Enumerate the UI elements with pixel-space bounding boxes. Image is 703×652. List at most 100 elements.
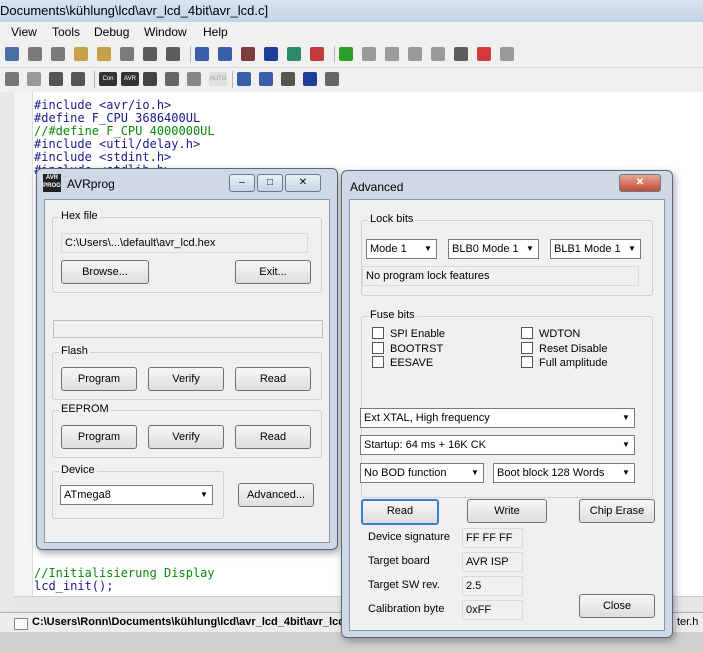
- close-icon[interactable]: ✕: [285, 174, 321, 192]
- lock-status-field: No program lock features: [362, 266, 639, 286]
- avr-icon[interactable]: AVR: [121, 72, 139, 86]
- maximize-icon[interactable]: □: [257, 174, 283, 192]
- avrprog-logo-icon: AVR PROG: [43, 174, 61, 192]
- minimize-icon[interactable]: –: [229, 174, 255, 192]
- status-file-path[interactable]: C:\Users\Ronn\Documents\kühlung\lcd\avr_…: [32, 616, 345, 628]
- flash-program-button[interactable]: Program: [61, 367, 137, 391]
- bookmark-icon[interactable]: [454, 47, 468, 61]
- read-button[interactable]: Read: [361, 499, 439, 525]
- lock-mode-select[interactable]: Mode 1 ▼: [366, 239, 437, 259]
- startup-select[interactable]: Startup: 64 ms + 16K CK ▼: [360, 435, 635, 455]
- code-line: lcd_init();: [34, 579, 114, 593]
- close-x-icon[interactable]: [303, 72, 317, 86]
- close-button[interactable]: Close: [579, 594, 655, 618]
- run-icon[interactable]: [339, 47, 353, 61]
- advanced-button[interactable]: Advanced...: [238, 483, 314, 507]
- exit-button[interactable]: Exit...: [235, 260, 311, 284]
- boot-block-value: Boot block 128 Words: [497, 467, 605, 479]
- chevron-down-icon: ▼: [622, 468, 630, 477]
- tool-f-icon[interactable]: [281, 72, 295, 86]
- find-next-icon[interactable]: [97, 47, 111, 61]
- format-icon[interactable]: [166, 47, 180, 61]
- main-toolbar: [0, 43, 703, 68]
- flash-read-button[interactable]: Read: [235, 367, 311, 391]
- find-icon[interactable]: [74, 47, 88, 61]
- target-sw-rev-value: 2.5: [462, 576, 523, 596]
- flash-label: Flash: [59, 345, 90, 357]
- menu-help[interactable]: Help: [203, 25, 228, 39]
- eeprom-read-button[interactable]: Read: [235, 425, 311, 449]
- device-icon[interactable]: [264, 47, 278, 61]
- chip-erase-button[interactable]: Chip Erase: [579, 499, 655, 523]
- fuse-full-amplitude-checkbox[interactable]: Full amplitude: [521, 356, 607, 369]
- fuse-label: EESAVE: [390, 357, 434, 369]
- replace-icon[interactable]: [120, 47, 134, 61]
- boot-block-select[interactable]: Boot block 128 Words ▼: [493, 463, 635, 483]
- fuse-bootrst-checkbox[interactable]: BOOTRST: [372, 342, 443, 355]
- indent-icon[interactable]: [143, 47, 157, 61]
- compile-icon[interactable]: [287, 47, 301, 61]
- step-icon[interactable]: [385, 47, 399, 61]
- upload-icon[interactable]: [71, 72, 85, 86]
- build-icon[interactable]: [195, 47, 209, 61]
- eeprom-program-button[interactable]: Program: [61, 425, 137, 449]
- step-out-icon[interactable]: [431, 47, 445, 61]
- hex-path-field[interactable]: C:\Users\...\default\avr_lcd.hex: [61, 233, 308, 253]
- chevron-down-icon: ▼: [628, 244, 636, 253]
- menu-tools[interactable]: Tools: [52, 25, 80, 39]
- menu-window[interactable]: Window: [144, 25, 187, 39]
- build-all-icon[interactable]: [218, 47, 232, 61]
- fuse-reset-disable-checkbox[interactable]: Reset Disable: [521, 342, 607, 355]
- tool-e-icon[interactable]: [259, 72, 273, 86]
- code-line: //Initialisierung Display: [34, 566, 215, 580]
- blb0-value: BLB0 Mode 1: [452, 243, 519, 255]
- device-select[interactable]: ATmega8 ▼: [60, 485, 213, 505]
- undo-icon[interactable]: [28, 47, 42, 61]
- target-board-value: AVR ISP: [462, 552, 523, 572]
- window-title: Documents\kühlung\lcd\avr_lcd_4bit\avr_l…: [0, 3, 269, 18]
- blb1-select[interactable]: BLB1 Mode 1 ▼: [550, 239, 641, 259]
- write-button[interactable]: Write: [467, 499, 547, 523]
- flash-verify-button[interactable]: Verify: [148, 367, 224, 391]
- blb0-select[interactable]: BLB0 Mode 1 ▼: [448, 239, 539, 259]
- tool-c-icon[interactable]: [187, 72, 201, 86]
- fuse-wdton-checkbox[interactable]: WDTON: [521, 327, 580, 340]
- stop-icon[interactable]: [362, 47, 376, 61]
- fuse-spi-enable-checkbox[interactable]: SPI Enable: [372, 327, 445, 340]
- download-icon[interactable]: [49, 72, 63, 86]
- tool-g-icon[interactable]: [325, 72, 339, 86]
- browse-button[interactable]: Browse...: [61, 260, 149, 284]
- code-line: //#define F_CPU 4000000UL: [34, 124, 215, 138]
- print-icon[interactable]: [5, 47, 19, 61]
- clock-select[interactable]: Ext XTAL, High frequency ▼: [360, 408, 635, 428]
- auto-icon[interactable]: AUTO: [209, 72, 227, 86]
- breakpoint-icon[interactable]: [477, 47, 491, 61]
- advanced-dialog: Advanced ✕ Lock bits Mode 1 ▼ BLB0 Mode …: [341, 170, 673, 638]
- tool-a-icon[interactable]: [5, 72, 19, 86]
- file-icon: [14, 618, 28, 630]
- status-right-tab[interactable]: ter.h: [677, 616, 698, 628]
- avrprog-body: Hex file C:\Users\...\default\avr_lcd.he…: [44, 199, 330, 543]
- eeprom-verify-button[interactable]: Verify: [148, 425, 224, 449]
- toolbar-separator: [190, 46, 191, 63]
- checkbox-icon: [372, 342, 384, 354]
- device-group: Device ATmega8 ▼: [52, 464, 224, 519]
- bod-select[interactable]: No BOD function ▼: [360, 463, 484, 483]
- chip-icon[interactable]: [143, 72, 157, 86]
- redo-icon[interactable]: [51, 47, 65, 61]
- hex-file-group: Hex file C:\Users\...\default\avr_lcd.he…: [52, 210, 322, 293]
- debug-icon[interactable]: [310, 47, 324, 61]
- step-over-icon[interactable]: [408, 47, 422, 61]
- plug-icon[interactable]: [165, 72, 179, 86]
- fuse-label: SPI Enable: [390, 328, 446, 340]
- cut-tool-icon[interactable]: [241, 47, 255, 61]
- con-icon[interactable]: Con: [99, 72, 117, 86]
- fuse-eesave-checkbox[interactable]: EESAVE: [372, 356, 433, 369]
- menu-view[interactable]: View: [11, 25, 37, 39]
- advanced-close-icon[interactable]: ✕: [619, 174, 661, 192]
- tool-b-icon[interactable]: [27, 72, 41, 86]
- fuse-bits-group: Fuse bits SPI Enable BOOTRST EESAVE WDTO…: [360, 309, 653, 498]
- tool-d-icon[interactable]: [237, 72, 251, 86]
- clear-icon[interactable]: [500, 47, 514, 61]
- menu-debug[interactable]: Debug: [94, 25, 129, 39]
